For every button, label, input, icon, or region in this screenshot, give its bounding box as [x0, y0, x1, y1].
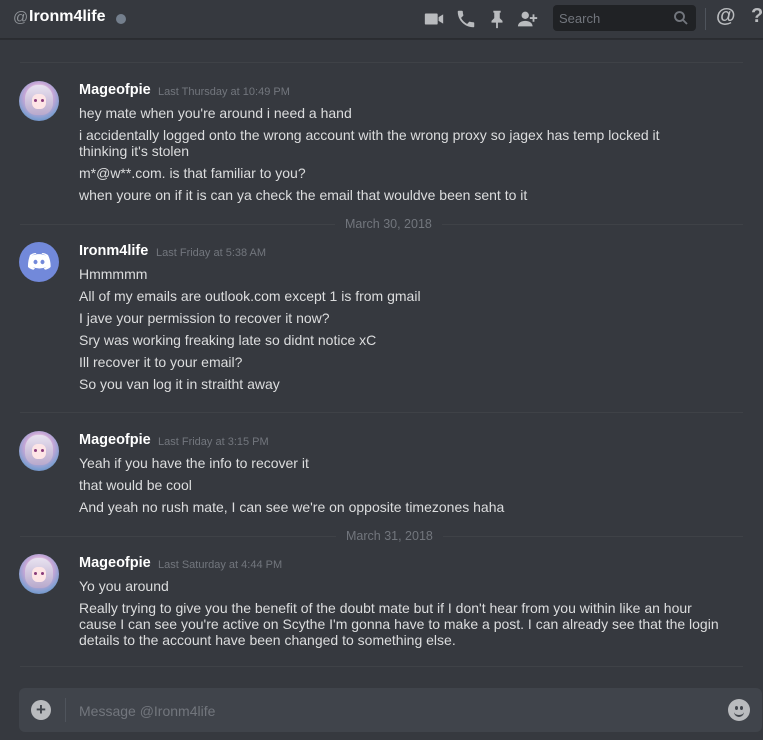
timestamp: Last Saturday at 4:44 PM	[158, 559, 283, 571]
discord-logo-icon	[27, 253, 51, 270]
composer-divider	[20, 666, 743, 667]
message-text: So you van log it in straitht away	[79, 376, 280, 392]
message-text: All of my emails are outlook.com except …	[79, 288, 421, 304]
message-text: Sry was working freaking late so didnt n…	[79, 332, 377, 348]
message-text: Really trying to give you the benefit of…	[79, 600, 719, 648]
history-divider	[20, 62, 743, 63]
message-input[interactable]	[77, 688, 701, 734]
header-divider	[705, 8, 706, 30]
message-text: Ill recover it to your email?	[79, 354, 243, 370]
message-text: hey mate when you're around i need a han…	[79, 105, 352, 121]
message-text: Hmmmmm	[79, 266, 148, 282]
help-icon[interactable]: ?	[751, 5, 763, 28]
status-dot	[116, 14, 126, 24]
message-text: Yeah if you have the info to recover it	[79, 455, 309, 471]
message-text: And yeah no rush mate, I can see we're o…	[79, 499, 505, 515]
channel-header: @ Ironm4life @ ?	[0, 0, 763, 39]
username[interactable]: Mageofpie	[79, 82, 151, 98]
username[interactable]: Mageofpie	[79, 555, 151, 571]
avatar[interactable]	[19, 81, 59, 121]
pin-icon[interactable]	[486, 8, 508, 30]
add-attachment-button[interactable]: +	[31, 700, 51, 720]
message-text: that would be cool	[79, 477, 192, 493]
search-input[interactable]	[553, 5, 669, 31]
add-friend-icon[interactable]	[517, 8, 539, 30]
mentions-icon[interactable]: @	[716, 5, 736, 28]
message-text: I jave your permission to recover it now…	[79, 310, 330, 326]
date-divider-label: March 31, 2018	[336, 529, 443, 543]
timestamp: Last Friday at 3:15 PM	[158, 436, 269, 448]
composer-separator	[65, 698, 66, 722]
message-text: Yo you around	[79, 578, 169, 594]
avatar[interactable]	[19, 242, 59, 282]
message-composer: +	[19, 688, 762, 734]
plus-icon: +	[36, 700, 46, 719]
avatar[interactable]	[19, 554, 59, 594]
voice-call-icon[interactable]	[455, 8, 477, 30]
video-call-icon[interactable]	[423, 8, 445, 30]
message-text: i accidentally logged onto the wrong acc…	[79, 127, 660, 159]
timestamp: Last Friday at 5:38 AM	[156, 247, 267, 259]
group-divider	[20, 412, 743, 413]
dm-at-icon: @	[13, 9, 29, 26]
search-icon[interactable]	[672, 9, 690, 27]
emoji-icon[interactable]	[728, 699, 750, 721]
message-text: when youre on if it is can ya check the …	[79, 187, 528, 203]
timestamp: Last Thursday at 10:49 PM	[158, 86, 290, 98]
avatar[interactable]	[19, 431, 59, 471]
page-title: Ironm4life	[29, 8, 106, 25]
date-divider-label: March 30, 2018	[335, 217, 442, 231]
username[interactable]: Ironm4life	[79, 243, 148, 259]
username[interactable]: Mageofpie	[79, 432, 151, 448]
search-box[interactable]	[553, 5, 696, 31]
message-text: m*@w**.com. is that familiar to you?	[79, 165, 306, 181]
